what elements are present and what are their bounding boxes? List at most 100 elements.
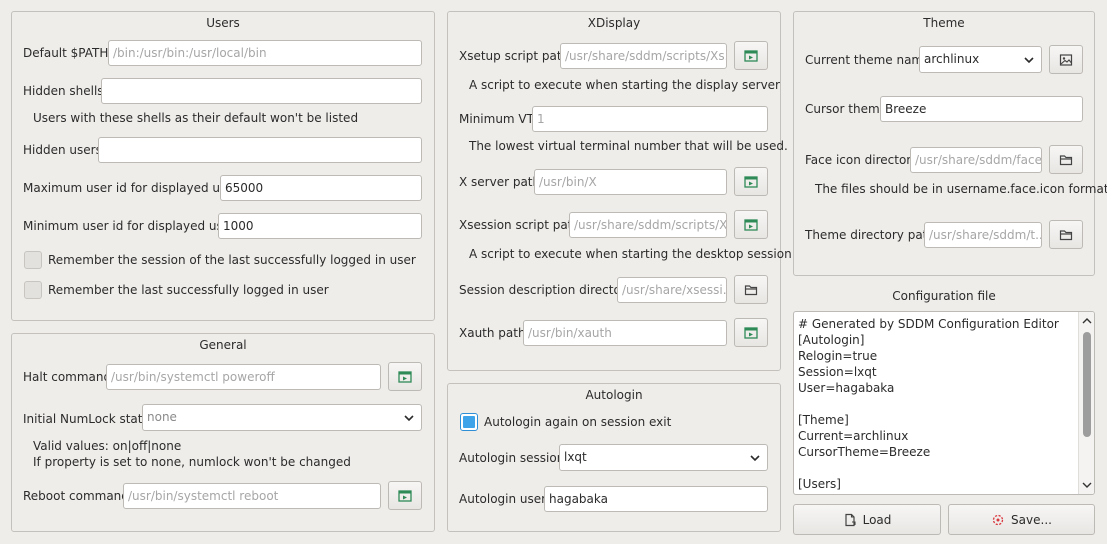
face-dir-label: Face icon directory xyxy=(805,153,919,167)
max-uid-label: Maximum user id for displayed users xyxy=(23,181,245,195)
autologin-user-input[interactable]: hagabaka xyxy=(544,486,768,512)
halt-command-browse-button[interactable] xyxy=(388,362,422,391)
chevron-down-icon xyxy=(1024,57,1034,64)
run-program-icon xyxy=(398,489,412,502)
autologin-session-select[interactable]: lxqt xyxy=(559,444,768,471)
xauth-browse-button[interactable] xyxy=(734,318,768,347)
config-line: [Users] xyxy=(798,477,841,491)
xserver-input[interactable]: /usr/bin/X xyxy=(534,169,727,195)
xsession-input[interactable]: /usr/share/sddm/scripts/X... xyxy=(569,212,727,238)
theme-dir-label: Theme directory path xyxy=(805,228,935,242)
numlock-label: Initial NumLock state xyxy=(23,412,150,426)
remember-user-checkbox[interactable] xyxy=(24,281,42,299)
relogin-checkbox[interactable] xyxy=(460,413,478,431)
folder-icon xyxy=(1059,154,1073,165)
config-line: Current=archlinux xyxy=(798,429,909,443)
xsetup-hint: A script to execute when starting the di… xyxy=(469,78,780,92)
current-theme-select[interactable]: archlinux xyxy=(919,46,1042,73)
remember-session-label: Remember the session of the last success… xyxy=(48,253,416,267)
default-path-input[interactable]: /bin:/usr/bin:/usr/local/bin xyxy=(108,40,422,66)
chevron-down-icon xyxy=(750,455,760,462)
autologin-session-value: lxqt xyxy=(564,450,587,464)
theme-preview-button[interactable] xyxy=(1049,45,1083,74)
min-vt-label: Minimum VT xyxy=(459,112,534,126)
max-uid-input[interactable]: 65000 xyxy=(220,175,422,201)
xdisplay-group-title: XDisplay xyxy=(587,16,641,30)
config-line: # Generated by SDDM Configuration Editor xyxy=(798,317,1059,331)
folder-icon xyxy=(1059,229,1073,240)
autologin-group-title: Autologin xyxy=(585,388,643,402)
autologin-session-label: Autologin session xyxy=(459,451,565,465)
xserver-browse-button[interactable] xyxy=(734,167,768,196)
config-scrollbar-thumb[interactable] xyxy=(1083,332,1091,437)
hidden-shells-hint: Users with these shells as their default… xyxy=(33,111,359,125)
relogin-label: Autologin again on session exit xyxy=(484,415,672,429)
cursor-theme-input[interactable]: Breeze xyxy=(880,96,1083,122)
session-dir-label: Session description directory xyxy=(459,283,633,297)
config-file-lines: # Generated by SDDM Configuration Editor… xyxy=(798,316,1059,492)
numlock-select-value: none xyxy=(147,410,177,424)
scroll-down-icon[interactable] xyxy=(1082,480,1092,490)
reboot-command-input[interactable]: /usr/bin/systemctl reboot xyxy=(123,483,381,509)
config-line: User=hagabaka xyxy=(798,381,895,395)
session-dir-browse-button[interactable] xyxy=(734,275,768,304)
image-preview-icon xyxy=(1059,53,1073,66)
halt-command-input[interactable]: /usr/bin/systemctl poweroff xyxy=(106,364,381,390)
config-scrollbar[interactable] xyxy=(1078,312,1094,494)
document-save-icon xyxy=(992,514,1004,525)
current-theme-value: archlinux xyxy=(924,52,980,66)
load-button[interactable]: Load xyxy=(793,504,941,535)
default-path-label: Default $PATH xyxy=(23,46,109,60)
general-group-title: General xyxy=(199,338,247,352)
min-uid-input[interactable]: 1000 xyxy=(218,213,422,239)
autologin-user-label: Autologin user xyxy=(459,492,547,506)
load-button-label: Load xyxy=(862,512,892,527)
xsession-label: Xsession script path xyxy=(459,218,580,232)
config-file-textarea[interactable]: # Generated by SDDM Configuration Editor… xyxy=(793,311,1095,495)
cursor-theme-label: Cursor theme xyxy=(805,102,888,116)
config-line: Session=lxqt xyxy=(798,365,877,379)
xsession-browse-button[interactable] xyxy=(734,210,768,239)
min-vt-hint: The lowest virtual terminal number that … xyxy=(469,139,788,153)
current-theme-label: Current theme name xyxy=(805,53,931,67)
face-dir-hint: The files should be in username.face.ico… xyxy=(815,182,1107,196)
scroll-up-icon[interactable] xyxy=(1082,316,1092,326)
config-file-title: Configuration file xyxy=(892,289,996,303)
min-vt-input[interactable]: 1 xyxy=(532,106,768,132)
xsetup-browse-button[interactable] xyxy=(734,41,768,70)
session-dir-input[interactable]: /usr/share/xsessi... xyxy=(617,277,727,303)
theme-group-title: Theme xyxy=(923,16,965,30)
hidden-shells-input[interactable] xyxy=(101,78,422,104)
config-line: CursorTheme=Breeze xyxy=(798,445,931,459)
run-program-icon xyxy=(744,218,758,231)
remember-session-checkbox[interactable] xyxy=(24,251,42,269)
numlock-hint-none: If property is set to none, numlock won'… xyxy=(33,455,351,469)
hidden-shells-label: Hidden shells xyxy=(23,84,104,98)
remember-user-label: Remember the last successfully logged in… xyxy=(48,283,329,297)
theme-dir-input[interactable]: /usr/share/sddm/t... xyxy=(924,222,1042,248)
hidden-users-input[interactable] xyxy=(98,137,422,163)
xauth-label: Xauth path xyxy=(459,326,526,340)
run-program-icon xyxy=(744,175,758,188)
run-program-icon xyxy=(744,326,758,339)
xsetup-label: Xsetup script path xyxy=(459,49,570,63)
xsession-hint: A script to execute when starting the de… xyxy=(469,247,792,261)
folder-icon xyxy=(744,284,758,295)
xauth-input[interactable]: /usr/bin/xauth xyxy=(523,320,727,346)
chevron-down-icon xyxy=(404,415,414,422)
xsetup-input[interactable]: /usr/share/sddm/scripts/Xs... xyxy=(560,43,727,69)
config-line xyxy=(798,396,1059,412)
run-program-icon xyxy=(398,370,412,383)
save-button-label: Save... xyxy=(1011,512,1052,527)
min-uid-label: Minimum user id for displayed users xyxy=(23,219,242,233)
numlock-select[interactable]: none xyxy=(142,404,422,431)
save-button[interactable]: Save... xyxy=(948,504,1095,535)
theme-dir-browse-button[interactable] xyxy=(1049,220,1083,249)
reboot-command-browse-button[interactable] xyxy=(388,481,422,510)
face-dir-browse-button[interactable] xyxy=(1049,145,1083,174)
reboot-command-label: Reboot command xyxy=(23,489,129,503)
config-line: Relogin=true xyxy=(798,349,878,363)
config-line xyxy=(798,460,1059,476)
face-dir-input[interactable]: /usr/share/sddm/faces xyxy=(910,147,1042,173)
config-line: [Theme] xyxy=(798,413,849,427)
